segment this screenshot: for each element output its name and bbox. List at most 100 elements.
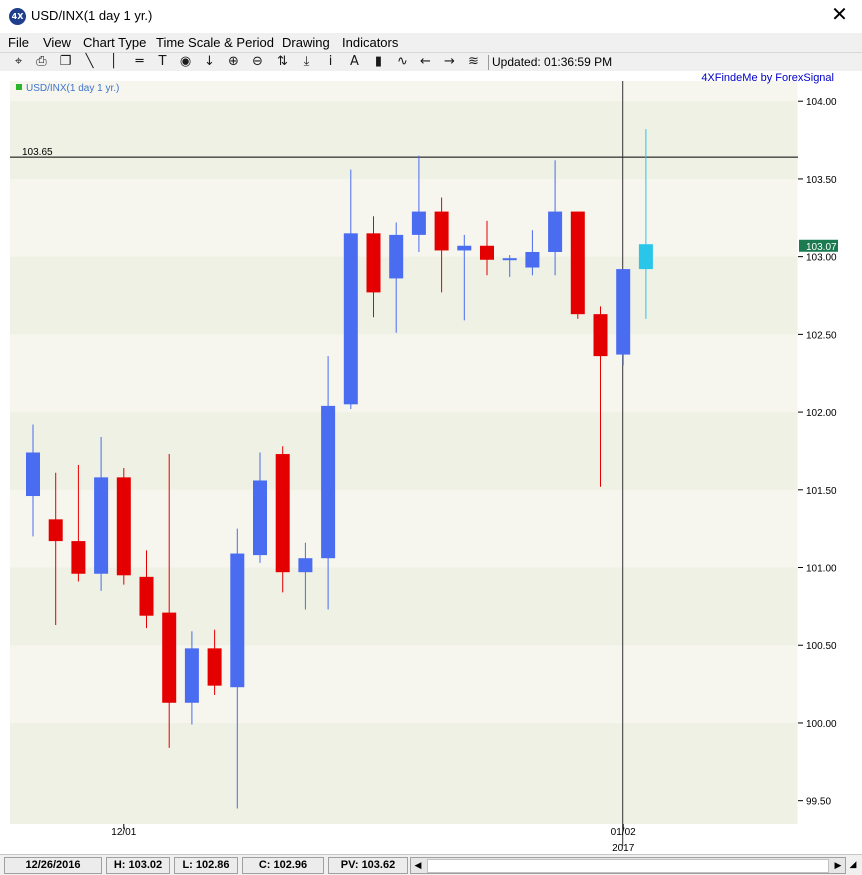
vertical-line-icon[interactable]: │ — [104, 53, 123, 71]
candle-body — [570, 211, 585, 315]
grid-band — [10, 722, 798, 801]
y-tick-label: 103.00 — [806, 253, 837, 264]
x-tick-label: 12/01 — [111, 827, 136, 838]
scroll-thumb[interactable] — [427, 859, 829, 873]
candle-body — [525, 251, 540, 268]
fibonacci-icon[interactable]: A — [345, 53, 364, 71]
status-high: H: 103.02 — [106, 857, 170, 874]
scroll-left-icon[interactable]: ← — [416, 53, 435, 71]
candle[interactable] — [116, 468, 131, 585]
candle-body — [71, 541, 86, 574]
status-close: C: 102.96 — [242, 857, 324, 874]
resize-grip-icon[interactable]: ◢ — [847, 857, 859, 872]
candle-body — [434, 211, 449, 251]
print-icon[interactable]: ⎙ — [32, 53, 51, 71]
candle-body — [275, 454, 290, 573]
download-icon[interactable]: ⤓ — [297, 53, 316, 71]
menu-file[interactable]: File — [8, 35, 29, 50]
crosshair-icon[interactable]: ⌖ — [9, 53, 28, 71]
y-tick-label: 100.00 — [806, 719, 837, 730]
candle-body — [298, 558, 313, 573]
chart-window: 4X USD/INX(1 day 1 yr.) ✕ File View Char… — [0, 0, 862, 875]
x-tick-label: 01/02 — [611, 827, 636, 838]
indicator-icon[interactable]: ∿ — [393, 53, 412, 71]
candle-body — [321, 405, 336, 559]
scroll-left-arrow-icon[interactable]: ◀ — [411, 858, 425, 873]
candle-body — [253, 480, 267, 556]
toolbar: ⌖ ⎙ ❐ ╲ │ ═ T ◉ ↓ ⊕ ⊖ ⇅ ⤓ i A ▮ ∿ ← → ≋ Updated: 01:36:59 P… — [0, 52, 862, 72]
info-icon[interactable]: i — [321, 53, 340, 71]
current-price-marker: 103.07 — [799, 239, 838, 253]
close-button[interactable]: ✕ — [817, 0, 862, 31]
menu-time-scale-period[interactable]: Time Scale & Period — [156, 35, 274, 50]
copy-icon[interactable]: ❐ — [56, 53, 75, 71]
candle-body — [480, 245, 494, 260]
status-low: L: 102.86 — [174, 857, 238, 874]
candle-body — [593, 314, 608, 357]
legend-square — [16, 84, 22, 90]
candle-body — [616, 269, 631, 355]
candle[interactable] — [570, 211, 585, 319]
y-tick-label: 103.50 — [806, 175, 837, 186]
waves-icon[interactable]: ≋ — [464, 53, 483, 71]
candle-body — [366, 233, 381, 293]
menu-drawing[interactable]: Drawing — [282, 35, 330, 50]
menu-indicators[interactable]: Indicators — [342, 35, 398, 50]
price-chart[interactable]: 103.65 104.00 103.50 103.00 102.50 102.00 101… — [0, 71, 862, 854]
y-axis: 104.00 103.50 103.00 102.50 102.00 101.50 101.… — [798, 97, 837, 808]
candle[interactable] — [275, 446, 290, 593]
window-title: USD/INX(1 day 1 yr.) — [31, 8, 153, 23]
scroll-right-icon[interactable]: → — [440, 53, 459, 71]
horizontal-line-icon[interactable]: ═ — [130, 53, 149, 71]
text-icon[interactable]: T — [153, 53, 172, 71]
y-tick-label: 101.00 — [806, 564, 837, 575]
candle-body — [411, 211, 426, 235]
grid-band — [10, 567, 798, 646]
grid-band — [10, 101, 798, 179]
horizontal-scrollbar[interactable]: ◀ ▶ — [410, 857, 846, 874]
status-date: 12/26/2016 — [4, 857, 102, 874]
y-tick-label: 101.50 — [806, 486, 837, 497]
grid-band — [10, 800, 798, 824]
y-tick-label: 102.00 — [806, 408, 837, 419]
scroll-right-arrow-icon[interactable]: ▶ — [831, 858, 845, 873]
title-bar[interactable]: 4X USD/INX(1 day 1 yr.) ✕ — [0, 0, 862, 33]
status-pv: PV: 103.62 — [328, 857, 408, 874]
y-tick-label: 99.50 — [806, 797, 831, 808]
trendline-icon[interactable]: ╲ — [80, 53, 99, 71]
candle-body — [230, 553, 245, 688]
chart-area[interactable]: 103.65 104.00 103.50 103.00 102.50 102.00 101… — [0, 71, 862, 854]
zoom-in-icon[interactable]: ⊕ — [224, 53, 243, 71]
arrow-down-icon[interactable]: ↓ — [200, 53, 219, 71]
x-year-label: 2017 — [612, 843, 635, 854]
app-logo-icon: 4X — [9, 8, 26, 25]
candle-body — [184, 648, 199, 703]
menu-chart-type[interactable]: Chart Type — [83, 35, 146, 50]
y-tick-label: 102.50 — [806, 330, 837, 341]
candle-body — [343, 233, 358, 405]
candle-body — [139, 576, 154, 616]
fit-icon[interactable]: ⇅ — [273, 53, 292, 71]
horizontal-line-label: 103.65 — [22, 147, 53, 158]
candle-body — [116, 477, 131, 576]
candle-body — [94, 477, 109, 574]
candle[interactable] — [616, 269, 631, 366]
menu-bar: File View Chart Type Time Scale & Period… — [0, 33, 862, 81]
candle-body — [162, 612, 177, 703]
candle-body — [26, 452, 40, 497]
y-tick-label: 100.50 — [806, 641, 837, 652]
toolbar-separator — [488, 55, 489, 70]
candle-body — [389, 234, 404, 279]
candle-body — [548, 211, 563, 252]
zoom-out-icon[interactable]: ⊖ — [248, 53, 267, 71]
target-icon[interactable]: ◉ — [176, 53, 195, 71]
menu-view[interactable]: View — [43, 35, 71, 50]
bar-chart-icon[interactable]: ▮ — [369, 53, 388, 71]
status-bar: 12/26/2016 H: 103.02 L: 102.86 C: 102.96… — [0, 854, 862, 875]
candle-body — [207, 648, 222, 686]
legend-label: USD/INX(1 day 1 yr.) — [26, 83, 119, 94]
x-axis: 12/01 01/02 2017 — [111, 824, 636, 854]
updated-timestamp: Updated: 01:36:59 PM — [492, 55, 613, 69]
candle-body — [48, 519, 63, 542]
candle-body — [638, 244, 653, 270]
